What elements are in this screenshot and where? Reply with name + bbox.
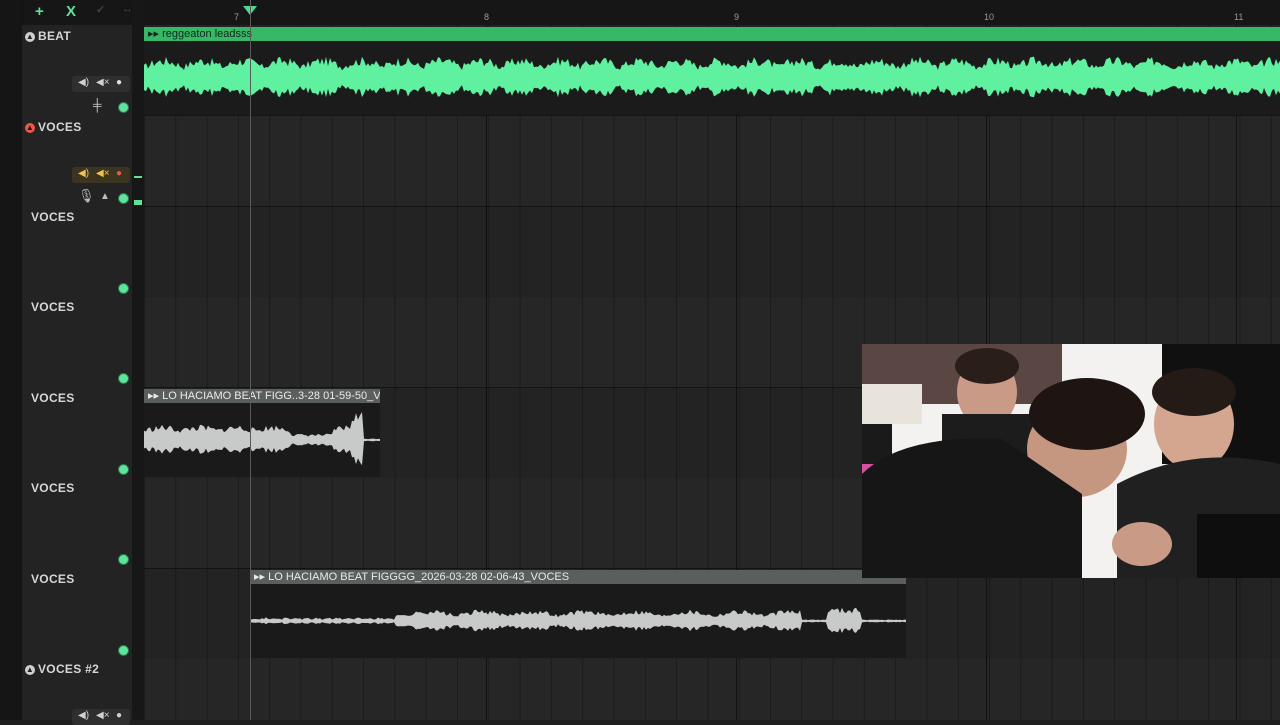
speaker-icon[interactable]: ◀) — [78, 168, 89, 179]
track-controls-voces-2: ◀) ◀× ● — [72, 709, 130, 725]
track-header-voces-2[interactable]: ▲ VOCES #2 — [25, 662, 99, 676]
waveform-voces-2 — [250, 607, 906, 633]
timeline-ruler[interactable]: 7 8 9 10 11 — [144, 0, 1280, 26]
waveform-shape — [144, 412, 380, 466]
waveform-shape — [250, 607, 906, 633]
webcam-image — [862, 344, 1280, 578]
status-dot-icon[interactable] — [118, 193, 129, 204]
track-name-voces[interactable]: VOCES — [31, 481, 75, 495]
record-icon[interactable]: ● — [116, 77, 122, 88]
level-meter — [134, 200, 142, 205]
clip-play-icon: ▸▸ — [254, 571, 269, 583]
record-arm-icon[interactable]: ▲ — [25, 123, 35, 133]
remove-track-button[interactable]: X — [66, 3, 76, 20]
track-name-beat: BEAT — [38, 29, 71, 43]
bar-number-10: 10 — [984, 12, 995, 22]
status-dot-icon[interactable] — [118, 283, 129, 294]
bar-number-9: 9 — [734, 12, 740, 22]
clip-beat-title: reggeaton leadsss — [162, 28, 253, 40]
clip-voces-1-header[interactable]: ▸▸ LO HACIAMO BEAT FIGG..3-28 01-59-50_V… — [144, 389, 380, 403]
clip-voces-1[interactable] — [144, 403, 380, 477]
status-dot-icon[interactable] — [118, 464, 129, 475]
left-edge-panel — [0, 0, 23, 720]
header-divider[interactable] — [132, 0, 144, 720]
track-name-voces-2: VOCES #2 — [38, 662, 100, 676]
track-name-voces[interactable]: VOCES — [31, 391, 75, 405]
mute-icon[interactable]: ◀× — [96, 710, 110, 721]
arrow-up-icon[interactable]: ▲ — [100, 191, 110, 202]
clip-voces-2-header[interactable]: ▸▸ LO HACIAMO BEAT FIGGGG_2026-03-28 02-… — [250, 570, 906, 584]
track-name-voces[interactable]: VOCES — [31, 210, 75, 224]
status-dot-icon[interactable] — [118, 102, 129, 113]
speaker-icon[interactable]: ◀) — [78, 710, 89, 721]
mute-icon[interactable]: ◀× — [96, 77, 110, 88]
clip-voces-2-title: LO HACIAMO BEAT FIGGGG_2026-03-28 02-06-… — [268, 571, 570, 583]
expand-icon[interactable]: ▲ — [25, 32, 35, 42]
clip-beat[interactable] — [144, 41, 1280, 115]
clip-play-icon: ▸▸ — [148, 28, 163, 40]
track-name-voces[interactable]: VOCES — [31, 572, 75, 586]
status-dot-icon[interactable] — [118, 645, 129, 656]
playhead-line[interactable] — [250, 0, 251, 720]
lane-voces-1[interactable] — [144, 116, 1280, 207]
waveform-voces-1 — [144, 412, 380, 466]
confirm-button[interactable]: ✓ — [96, 3, 105, 16]
input-monitor-icon[interactable]: ╪ — [93, 98, 102, 112]
webcam-overlay — [862, 344, 1280, 578]
clip-play-icon: ▸▸ — [148, 390, 163, 402]
bar-number-8: 8 — [484, 12, 490, 22]
expand-icon[interactable]: ▲ — [25, 665, 35, 675]
bar-number-7: 7 — [234, 12, 240, 22]
track-name-voces: VOCES — [38, 120, 82, 134]
speaker-icon[interactable]: ◀) — [78, 77, 89, 88]
mute-icon[interactable]: ◀× — [96, 168, 110, 179]
track-controls-voces: ◀) ◀× ● — [72, 167, 130, 183]
microphone-icon[interactable]: 🎙 — [78, 188, 95, 204]
status-dot-icon[interactable] — [118, 554, 129, 565]
daw-arrangement-view: + X ✓ ↔ 7 8 9 10 11 ▲ BEAT ◀) ◀× ● ╪ ▲ VOC — [0, 0, 1280, 725]
lane-voces-2[interactable] — [144, 207, 1280, 298]
track-header-beat[interactable]: ▲ BEAT — [25, 29, 71, 43]
level-meter — [134, 176, 142, 178]
record-icon[interactable]: ● — [116, 710, 122, 721]
track-header-voces-rec[interactable]: ▲ VOCES — [25, 120, 82, 134]
record-icon[interactable]: ● — [116, 168, 122, 179]
status-dot-icon[interactable] — [118, 373, 129, 384]
clip-beat-header[interactable]: ▸▸ reggeaton leadsss — [144, 27, 1280, 41]
bar-number-11: 11 — [1234, 12, 1244, 22]
add-track-button[interactable]: + — [35, 3, 44, 20]
waveform-shape — [144, 56, 1280, 98]
track-controls-beat: ◀) ◀× ● — [72, 76, 130, 92]
track-name-voces[interactable]: VOCES — [31, 300, 75, 314]
lane-voces-7[interactable] — [144, 659, 1280, 720]
waveform-beat — [144, 56, 1280, 98]
clip-voces-2[interactable] — [250, 584, 906, 658]
clip-voces-1-title: LO HACIAMO BEAT FIGG..3-28 01-59-50_VOCE… — [162, 390, 380, 402]
